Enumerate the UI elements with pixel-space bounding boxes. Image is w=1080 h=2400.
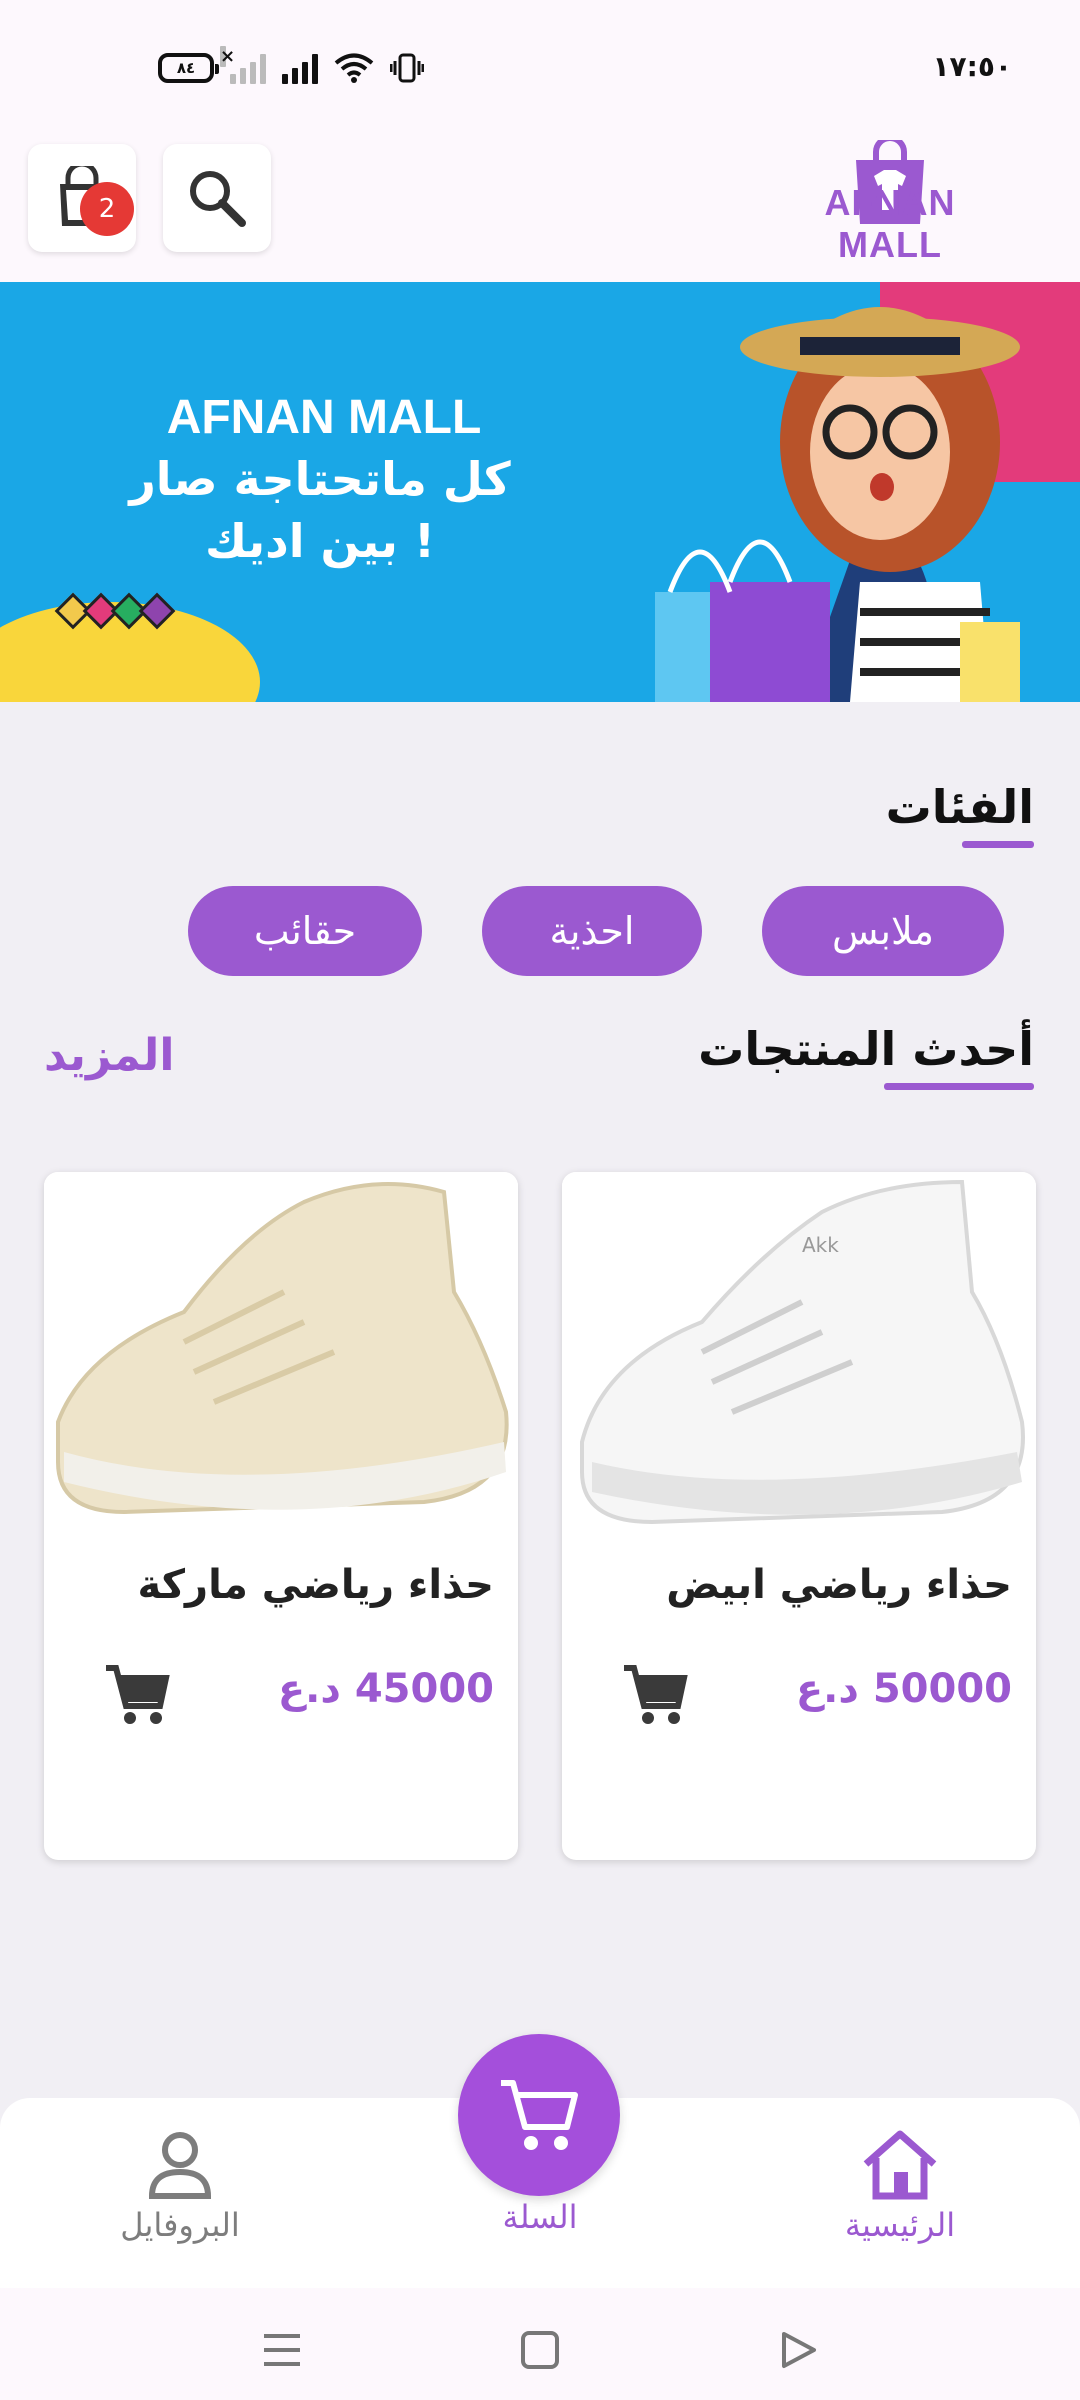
status-icons: ٨٤ ×: [158, 46, 424, 88]
cart-icon: [501, 2080, 578, 2150]
nav-profile-label: البروفايل: [120, 2206, 240, 2244]
add-to-cart-icon[interactable]: [620, 1660, 690, 1730]
signal-icon: [282, 52, 318, 84]
see-more-link[interactable]: المزيد: [44, 1030, 174, 1081]
wifi-icon: [334, 53, 374, 83]
category-chip-shoes[interactable]: احذية: [482, 886, 702, 976]
product-name: حذاء رياضي ماركة: [137, 1562, 494, 1608]
product-name: حذاء رياضي ابيض: [666, 1562, 1012, 1608]
product-price: 45000 د.ع: [277, 1666, 494, 1712]
categories-title: الفئات: [885, 780, 1034, 848]
banner-woman-shopping-image: [655, 307, 1020, 702]
title-underline: [962, 841, 1034, 848]
system-navigation-bar: [0, 2288, 1080, 2400]
status-bar: ٨٤ × ١٧:٥٠: [0, 0, 1080, 140]
home-button-icon[interactable]: [520, 2330, 560, 2370]
menu-icon[interactable]: [262, 2330, 302, 2370]
category-chip-bags[interactable]: حقائب: [188, 886, 422, 976]
nav-home-label: الرئيسية: [844, 2206, 956, 2244]
banner-slogan-line1: كل ماتحتاجة صار: [129, 452, 511, 506]
nav-cart-button[interactable]: [458, 2034, 620, 2196]
product-image-beige-sneaker: [44, 1172, 518, 1542]
battery-icon: ٨٤: [158, 53, 219, 83]
promo-banner[interactable]: AFNAN MALL كل ماتحتاجة صار بين اديك !: [0, 282, 1080, 702]
search-icon: [190, 171, 246, 227]
nav-profile[interactable]: البروفايل: [80, 2128, 280, 2244]
title-underline: [884, 1083, 1034, 1090]
product-image-white-sneaker: Akk: [562, 1172, 1036, 1542]
signal-no-service-icon: ×: [220, 46, 266, 84]
profile-icon: [148, 2132, 212, 2199]
nav-home[interactable]: الرئيسية: [800, 2128, 1000, 2244]
banner-title: AFNAN MALL: [166, 391, 482, 444]
categories-title-text: الفئات: [885, 780, 1034, 834]
back-icon[interactable]: [778, 2330, 818, 2370]
app-logo: AFNAN MALL: [770, 135, 1010, 270]
battery-level: ٨٤: [176, 59, 196, 77]
add-to-cart-icon[interactable]: [102, 1660, 172, 1730]
latest-products-title: أحدث المنتجات: [698, 1022, 1034, 1090]
clock: ١٧:٥٠: [932, 50, 1012, 83]
logo-text: AFNAN MALL: [824, 182, 956, 265]
vibrate-icon: [390, 53, 424, 83]
latest-products-title-text: أحدث المنتجات: [698, 1022, 1034, 1076]
header-cart-button[interactable]: 2: [28, 144, 136, 252]
product-card[interactable]: حذاء رياضي ماركة 45000 د.ع: [44, 1172, 518, 1860]
banner-diamonds: [54, 592, 176, 630]
svg-text:Akk: Akk: [802, 1233, 839, 1257]
category-chip-clothes[interactable]: ملابس: [762, 886, 1004, 976]
app-header: 2 AFNAN MALL: [0, 135, 1080, 282]
banner-slogan-line2: بين اديك !: [205, 514, 435, 568]
product-card[interactable]: Akk حذاء رياضي ابيض 50000 د.ع: [562, 1172, 1036, 1860]
cart-count-badge: 2: [80, 182, 134, 236]
search-button[interactable]: [163, 144, 271, 252]
nav-cart-label[interactable]: السلة: [440, 2198, 640, 2236]
product-price: 50000 د.ع: [795, 1666, 1012, 1712]
home-icon: [863, 2130, 937, 2200]
